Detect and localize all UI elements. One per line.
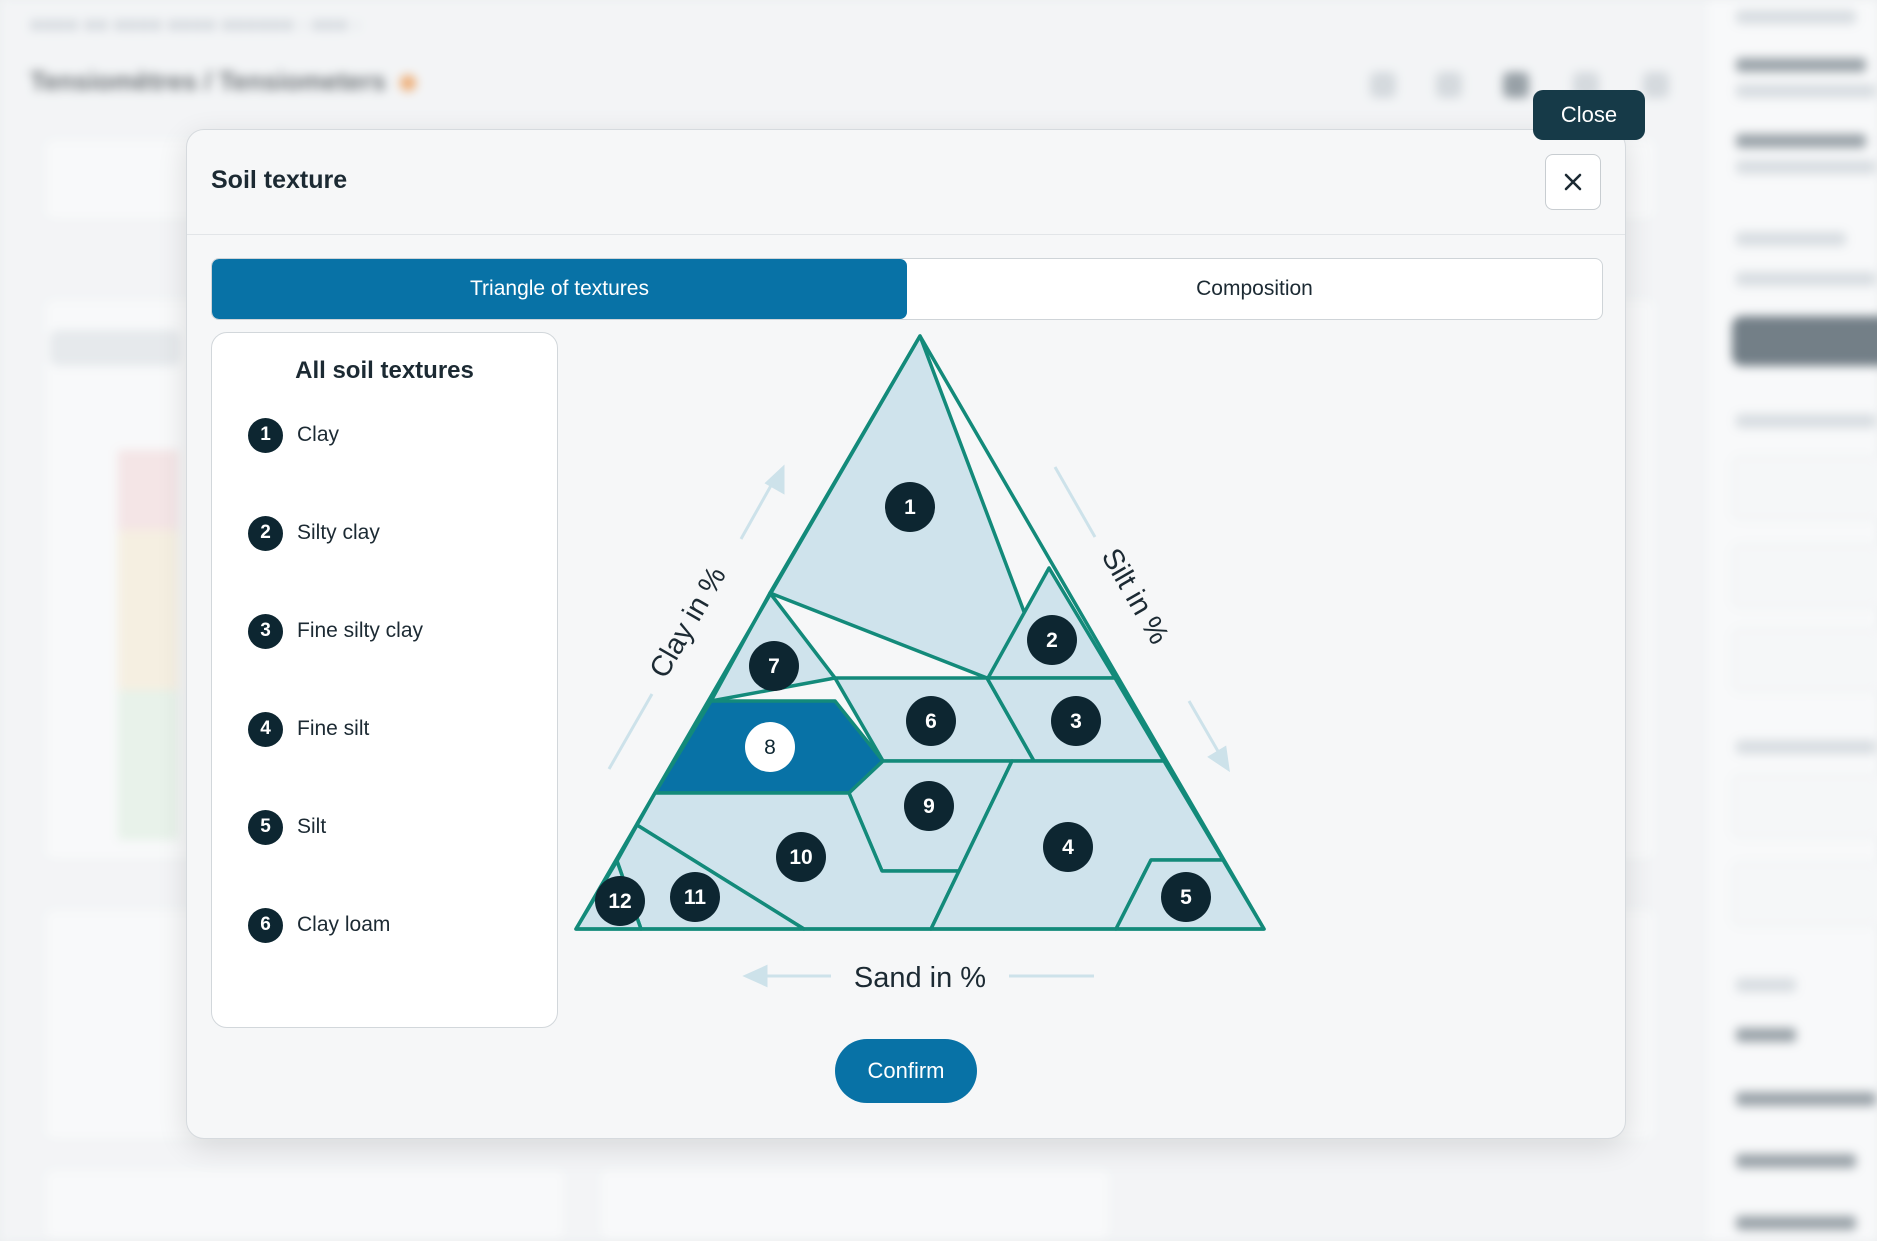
legend-number-badge: 6 — [248, 907, 283, 943]
region-badge-8-selected[interactable]: 8 — [745, 722, 795, 772]
legend-item-label: Clay — [297, 423, 340, 446]
legend-number-badge: 4 — [248, 711, 283, 747]
region-badge-11[interactable]: 11 — [670, 872, 720, 922]
axis-label-sand: Sand in % — [854, 962, 986, 994]
legend-item-label: Silty clay — [297, 521, 380, 544]
legend-number-badge: 3 — [248, 613, 283, 649]
region-badge-4[interactable]: 4 — [1043, 822, 1093, 872]
region-badge-label: 4 — [1062, 836, 1074, 859]
region-badge-9[interactable]: 9 — [904, 781, 954, 831]
tab-composition[interactable]: Composition — [907, 259, 1602, 319]
region-badge-label: 2 — [1046, 629, 1058, 652]
legend-item-label: Silt — [297, 815, 327, 838]
close-icon — [1564, 173, 1582, 191]
silt-arrow-line — [1053, 466, 1097, 538]
region-badge-label: 9 — [923, 795, 935, 818]
axis-label-clay: Clay in % — [644, 561, 733, 683]
texture-triangle: Clay in % Silt in % Sand in % 1 2 3 4 5 … — [574, 334, 1266, 994]
axis-label-silt: Silt in % — [1095, 543, 1175, 650]
region-badge-1[interactable]: 1 — [885, 482, 935, 532]
region-badge-label: 3 — [1070, 710, 1082, 733]
region-badge-label: 1 — [904, 496, 916, 519]
region-badge-label: 10 — [789, 846, 812, 869]
legend-item-label: Fine silt — [297, 717, 370, 740]
silt-arrow-line — [1187, 700, 1221, 754]
legend-number-badge: 2 — [248, 515, 283, 551]
modal-header: Soil texture — [187, 130, 1625, 235]
sand-arrow-head — [742, 964, 768, 988]
region-badge-2[interactable]: 2 — [1027, 615, 1077, 665]
legend-item-clay[interactable]: 1 Clay — [248, 417, 339, 453]
silt-arrow-head — [1207, 745, 1230, 773]
legend-item-label: Clay loam — [297, 913, 391, 936]
clay-arrow-line — [739, 481, 775, 540]
texture-tabs: Triangle of textures Composition — [211, 258, 1603, 320]
legend-item-silty-clay[interactable]: 2 Silty clay — [248, 515, 380, 551]
soil-texture-legend: All soil textures 1 Clay 2 Silty clay 3 … — [211, 332, 558, 1028]
clay-arrow-line — [607, 693, 654, 770]
legend-item-clay-loam[interactable]: 6 Clay loam — [248, 907, 390, 943]
region-badge-10[interactable]: 10 — [776, 832, 826, 882]
legend-item-silt[interactable]: 5 Silt — [248, 809, 326, 845]
legend-item-fine-silty-clay[interactable]: 3 Fine silty clay — [248, 613, 423, 649]
region-badge-6[interactable]: 6 — [906, 696, 956, 746]
legend-number-badge: 1 — [248, 417, 283, 453]
region-badge-7[interactable]: 7 — [749, 641, 799, 691]
modal-title: Soil texture — [211, 166, 348, 194]
region-badge-label: 5 — [1180, 886, 1192, 909]
soil-texture-modal: Soil texture Triangle of textures Compos… — [186, 129, 1626, 1139]
region-badge-label: 6 — [925, 710, 937, 733]
region-badge-label: 8 — [764, 736, 776, 759]
legend-item-label: Fine silty clay — [297, 619, 424, 642]
region-badge-5[interactable]: 5 — [1161, 872, 1211, 922]
legend-title: All soil textures — [295, 357, 474, 384]
legend-item-fine-silt[interactable]: 4 Fine silt — [248, 711, 369, 747]
region-badge-label: 12 — [608, 890, 631, 913]
region-badge-label: 7 — [768, 655, 780, 678]
close-button[interactable] — [1545, 154, 1601, 210]
region-badge-label: 11 — [684, 886, 707, 909]
tab-triangle-of-textures[interactable]: Triangle of textures — [212, 259, 907, 319]
legend-number-badge: 5 — [248, 809, 283, 845]
region-badge-12[interactable]: 12 — [595, 876, 645, 926]
confirm-button[interactable]: Confirm — [835, 1039, 977, 1103]
region-badge-3[interactable]: 3 — [1051, 696, 1101, 746]
close-tooltip: Close — [1533, 90, 1645, 140]
